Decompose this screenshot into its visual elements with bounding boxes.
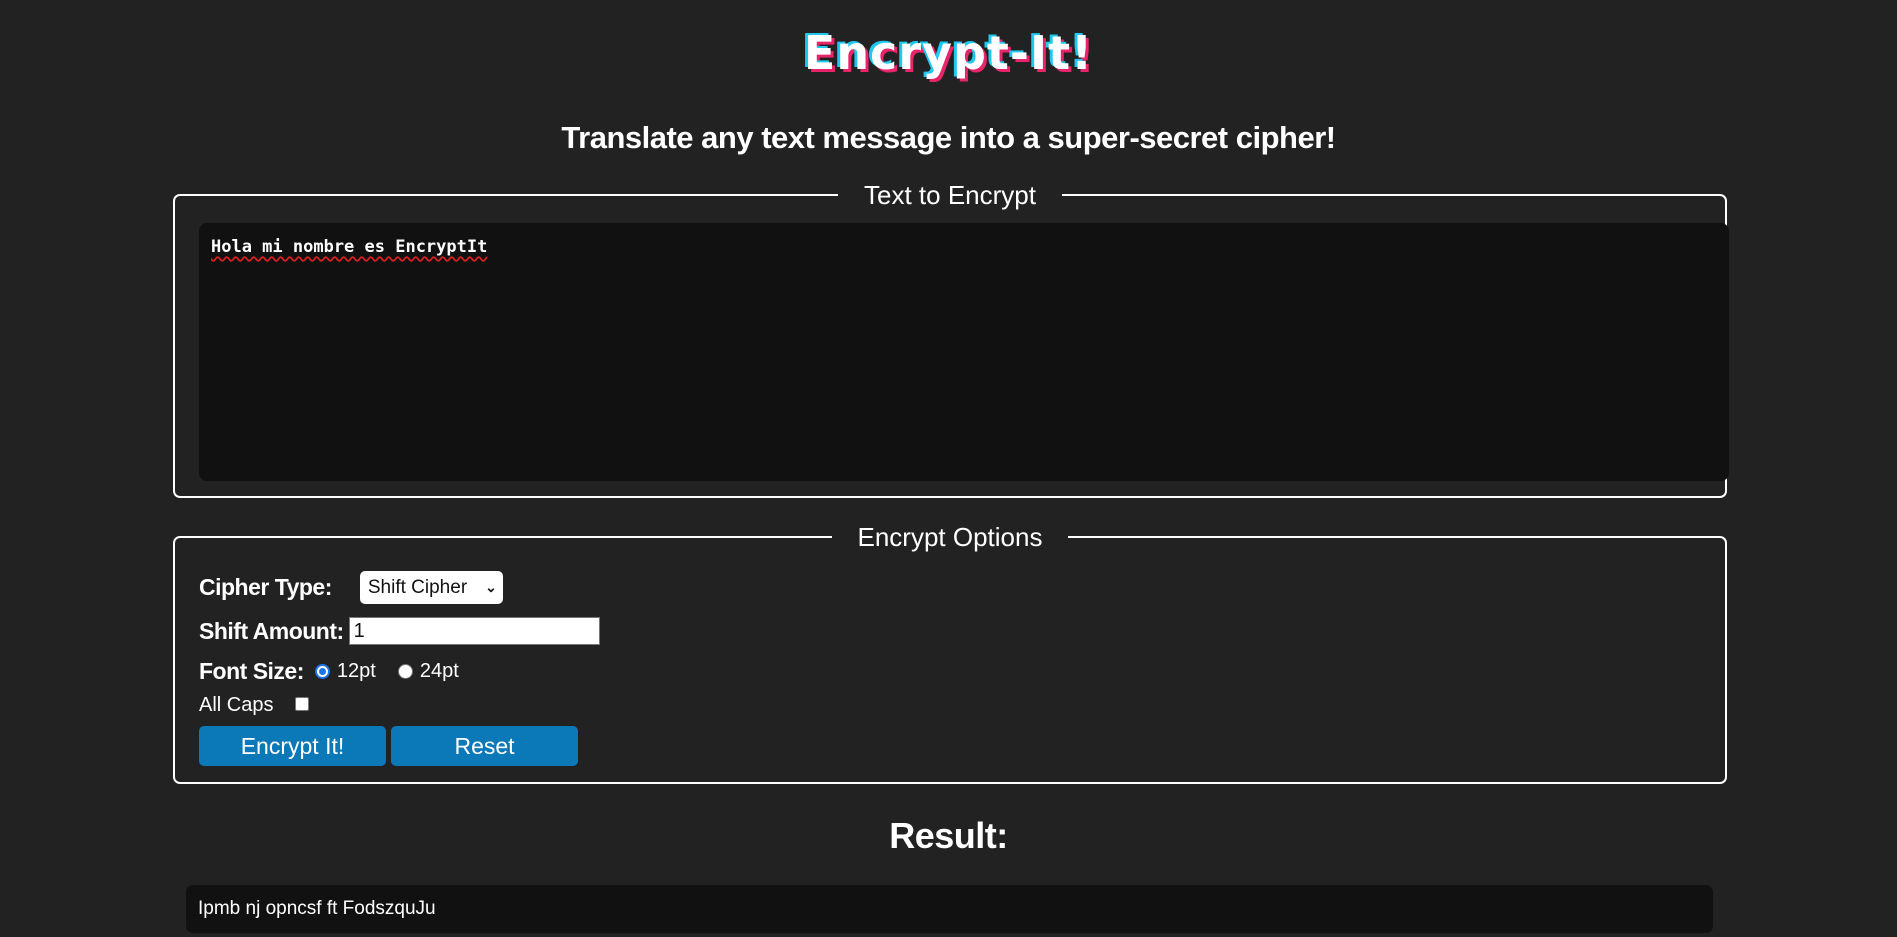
cipher-type-selected: Shift Cipher bbox=[367, 576, 468, 598]
all-caps-checkbox[interactable] bbox=[295, 696, 310, 711]
encrypt-options-panel: Encrypt Options Cipher Type: Shift Ciphe… bbox=[173, 519, 1727, 784]
panel-legend-wrapper: Encrypt Options bbox=[175, 519, 1725, 555]
shift-amount-input[interactable] bbox=[348, 617, 600, 645]
panel-legend-wrapper: Text to Encrypt bbox=[175, 177, 1725, 213]
font-size-12pt-label: 12pt bbox=[336, 660, 376, 682]
result-output: Ipmb nj opncsf ft FodszquJu bbox=[186, 885, 1713, 933]
text-panel-legend: Text to Encrypt bbox=[838, 177, 1062, 213]
all-caps-label: All Caps bbox=[199, 694, 274, 716]
text-to-encrypt-panel: Text to Encrypt Hola mi nombre es Encryp… bbox=[173, 177, 1729, 498]
font-size-24pt-radio[interactable] bbox=[397, 664, 413, 679]
font-size-row: Font Size: 12pt 24pt bbox=[199, 658, 481, 685]
encrypt-button[interactable]: Encrypt It! bbox=[199, 726, 386, 766]
options-panel-legend: Encrypt Options bbox=[831, 519, 1069, 555]
message-textarea[interactable]: Hola mi nombre es EncryptIt bbox=[199, 223, 1729, 481]
logo: Encrypt-It! bbox=[803, 26, 1094, 80]
cipher-type-label: Cipher Type: bbox=[199, 574, 332, 600]
all-caps-row: All Caps bbox=[199, 694, 310, 717]
font-size-24pt-label: 24pt bbox=[419, 660, 459, 682]
font-size-label: Font Size: bbox=[199, 658, 304, 684]
cipher-type-row: Cipher Type: Shift Cipher ⌄ bbox=[199, 571, 503, 604]
action-buttons-row: Encrypt It! Reset bbox=[199, 726, 583, 766]
font-size-12pt-radio[interactable] bbox=[314, 664, 330, 679]
result-heading: Result: bbox=[889, 815, 1008, 856]
reset-button[interactable]: Reset bbox=[391, 726, 578, 766]
chevron-down-icon: ⌄ bbox=[485, 579, 497, 595]
page-subtitle: Translate any text message into a super-… bbox=[561, 120, 1336, 155]
cipher-type-select[interactable]: Shift Cipher ⌄ bbox=[359, 571, 503, 604]
shift-amount-row: Shift Amount: bbox=[199, 617, 600, 645]
shift-amount-label: Shift Amount: bbox=[199, 617, 344, 644]
